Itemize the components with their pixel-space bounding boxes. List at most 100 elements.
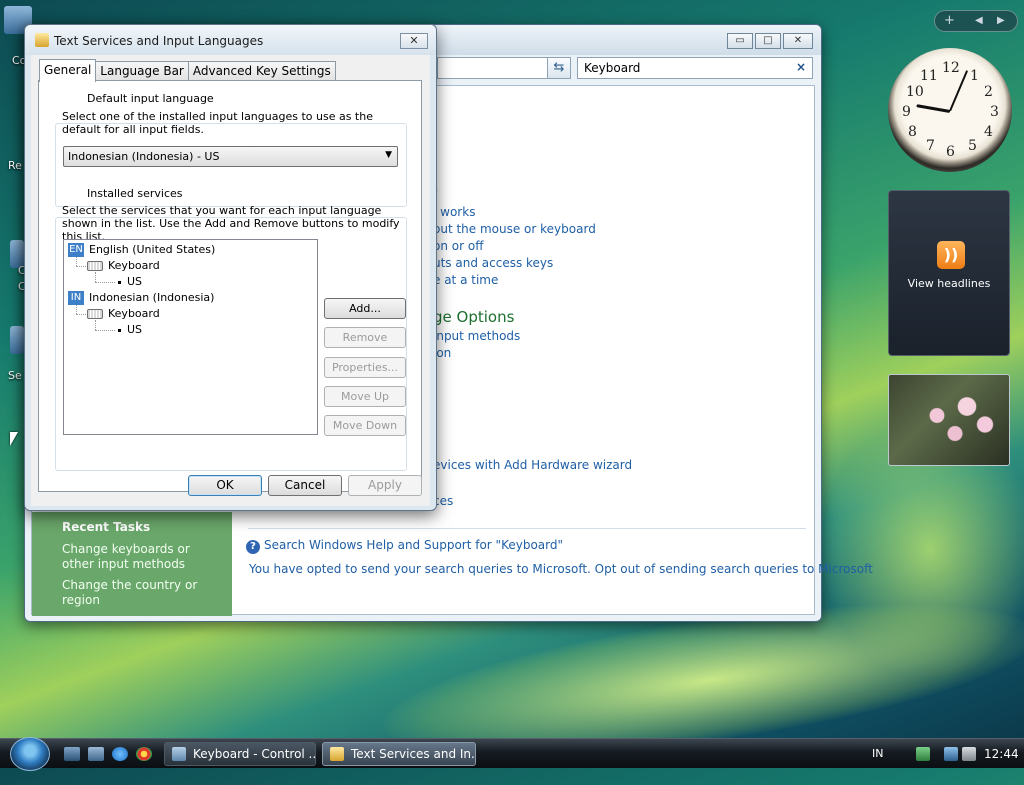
taskbar-item-control-panel[interactable]: Keyboard - Control ... xyxy=(164,742,316,766)
task-link[interactable]: input methods xyxy=(433,329,520,343)
taskbar-clock[interactable]: 12:44 xyxy=(984,747,1019,761)
rss-icon: )) xyxy=(937,241,965,269)
shortcut-icon[interactable] xyxy=(10,326,24,354)
close-button[interactable]: ✕ xyxy=(783,33,813,49)
properties-button[interactable]: Properties... xyxy=(324,357,406,378)
previous-icon[interactable]: ◀ xyxy=(975,15,983,26)
clock-minute-hand xyxy=(949,70,969,112)
internet-explorer-icon[interactable] xyxy=(112,747,128,761)
view-headlines-label[interactable]: View headlines xyxy=(889,277,1009,290)
help-icon: ? xyxy=(246,540,260,554)
bullet-icon xyxy=(118,281,121,284)
tree-connector xyxy=(76,266,86,267)
clock-numeral: 12 xyxy=(942,60,960,76)
tree-service-node[interactable]: Keyboard xyxy=(108,307,160,320)
default-language-description: Select one of the installed input langua… xyxy=(62,110,373,136)
tree-connector xyxy=(95,272,96,282)
keyboard-icon xyxy=(87,261,103,271)
keyboard-settings-icon xyxy=(35,33,49,47)
keyboard-icon xyxy=(87,309,103,319)
network-icon[interactable] xyxy=(944,747,958,761)
close-button[interactable]: ✕ xyxy=(400,33,428,49)
apply-button[interactable]: Apply xyxy=(348,475,422,496)
tree-layout-node[interactable]: US xyxy=(127,275,142,288)
remove-button[interactable]: Remove xyxy=(324,327,406,348)
move-up-button[interactable]: Move Up xyxy=(324,386,406,407)
show-desktop-icon[interactable] xyxy=(64,747,80,761)
cancel-button[interactable]: Cancel xyxy=(268,475,342,496)
add-button[interactable]: Add... xyxy=(324,298,406,319)
dialog-title: Text Services and Input Languages xyxy=(54,34,264,48)
maximize-button[interactable]: □ xyxy=(755,33,781,49)
minimize-button[interactable]: ▭ xyxy=(727,33,753,49)
volume-muted-icon[interactable] xyxy=(962,747,976,761)
next-icon[interactable]: ▶ xyxy=(997,15,1005,26)
clock-numeral: 9 xyxy=(902,104,911,120)
ok-button[interactable]: OK xyxy=(188,475,262,496)
clock-numeral: 1 xyxy=(970,68,979,84)
tree-connector xyxy=(76,257,77,266)
language-indicator[interactable]: IN xyxy=(872,747,883,760)
desktop-icon-label: Re xyxy=(8,159,22,172)
refresh-icon[interactable]: ⇆ xyxy=(547,57,571,79)
keyboard-settings-icon xyxy=(330,747,344,761)
chevron-down-icon[interactable]: ▼ xyxy=(385,150,392,160)
text-services-dialog: Text Services and Input Languages ✕ Gene… xyxy=(24,24,437,511)
desktop-icon-label: Se xyxy=(8,369,22,382)
recent-task-link[interactable]: Change the country or region xyxy=(62,578,222,608)
task-link[interactable]: e at a time xyxy=(433,273,498,287)
default-language-label: Default input language xyxy=(85,92,216,105)
task-link[interactable]: l works xyxy=(433,205,475,219)
tab-general[interactable]: General xyxy=(39,59,97,82)
installed-services-tree[interactable]: EN English (United States) Keyboard US I… xyxy=(63,239,318,435)
clear-search-icon[interactable]: × xyxy=(796,60,806,74)
move-down-button[interactable]: Move Down xyxy=(324,415,406,436)
installed-services-description: Select the services that you want for ea… xyxy=(62,204,400,243)
installed-services-label: Installed services xyxy=(85,187,185,200)
slideshow-gadget[interactable] xyxy=(888,374,1010,466)
task-link[interactable]: out the mouse or keyboard xyxy=(433,222,596,236)
task-link[interactable]: uts and access keys xyxy=(433,256,553,270)
bullet-icon xyxy=(118,329,121,332)
task-link[interactable]: on or off xyxy=(433,239,483,253)
recent-task-link[interactable]: Change keyboards or other input methods xyxy=(62,542,222,572)
help-search-link[interactable]: ? Search Windows Help and Support for "Ke… xyxy=(246,538,563,554)
switch-windows-icon[interactable] xyxy=(88,747,104,761)
tree-language-node[interactable]: English (United States) xyxy=(89,243,215,256)
default-language-dropdown[interactable]: Indonesian (Indonesia) - US ▼ xyxy=(63,146,398,167)
taskbar-item-label: Text Services and In... xyxy=(351,747,476,761)
clock-numeral: 10 xyxy=(906,84,924,100)
tree-language-node[interactable]: Indonesian (Indonesia) xyxy=(89,291,214,304)
tree-layout-node[interactable]: US xyxy=(127,323,142,336)
taskbar-item-text-services[interactable]: Text Services and In... xyxy=(322,742,476,766)
add-gadget-icon[interactable]: + xyxy=(944,13,955,28)
search-opt-out-link[interactable]: You have opted to send your search queri… xyxy=(249,562,873,576)
start-button[interactable] xyxy=(10,737,50,771)
tree-connector xyxy=(95,282,115,283)
tab-advanced-key-settings[interactable]: Advanced Key Settings xyxy=(187,61,336,81)
clock-numeral: 6 xyxy=(946,144,955,160)
divider xyxy=(248,528,806,529)
tab-language-bar[interactable]: Language Bar xyxy=(95,61,189,81)
options-heading: ge Options xyxy=(433,308,515,326)
clock-numeral: 2 xyxy=(984,84,993,100)
tab-strip: General Language Bar Advanced Key Settin… xyxy=(39,59,336,82)
taskbar-item-label: Keyboard - Control ... xyxy=(193,747,316,761)
sidebar-controls: + ◀ ▶ xyxy=(934,10,1018,32)
chrome-icon[interactable] xyxy=(136,747,152,761)
clock-gadget[interactable]: 12 1 2 3 4 5 6 7 8 9 10 11 xyxy=(888,48,1012,172)
help-search-text: Search Windows Help and Support for "Key… xyxy=(264,538,563,552)
clock-numeral: 7 xyxy=(926,138,935,154)
control-panel-icon xyxy=(172,747,186,761)
language-bar-icon[interactable] xyxy=(916,747,930,761)
add-hardware-link[interactable]: evices with Add Hardware wizard xyxy=(433,458,632,472)
clock-hour-hand xyxy=(916,104,951,113)
tree-service-node[interactable]: Keyboard xyxy=(108,259,160,272)
mouse-cursor-icon xyxy=(10,432,18,446)
dialog-titlebar[interactable]: Text Services and Input Languages ✕ xyxy=(25,25,436,55)
search-input[interactable]: Keyboard × xyxy=(577,57,813,79)
feed-headlines-gadget[interactable]: )) View headlines xyxy=(888,190,1010,356)
tree-connector xyxy=(76,314,86,315)
tree-connector xyxy=(95,330,115,331)
tree-connector xyxy=(95,320,96,330)
